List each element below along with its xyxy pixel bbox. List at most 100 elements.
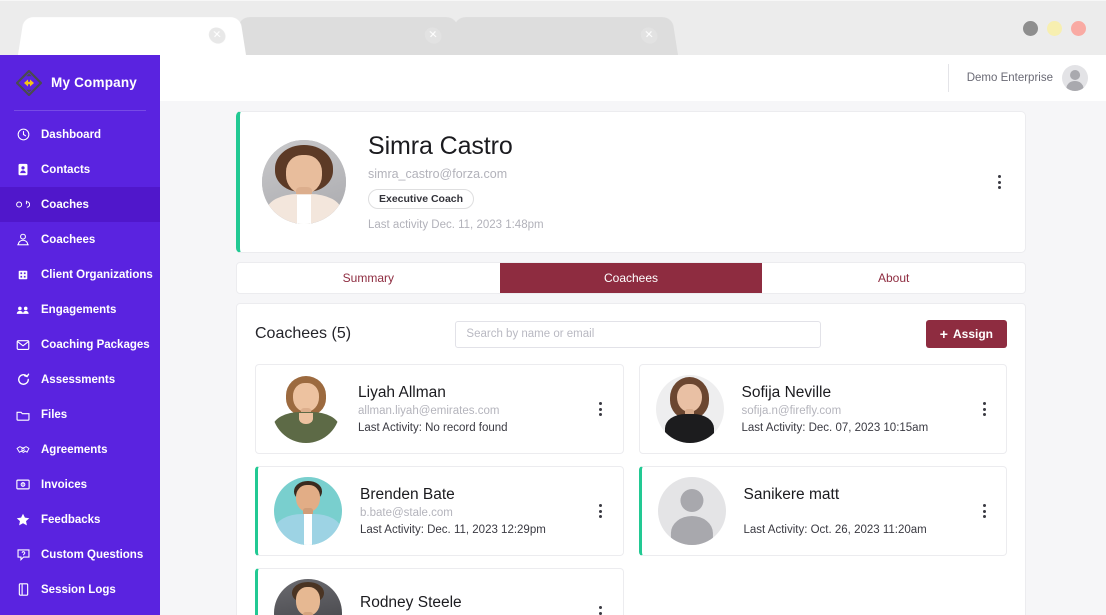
folder-icon xyxy=(16,408,30,422)
panel-header: Coachees (5) + Assign xyxy=(255,320,1007,348)
sidebar-item-engagements[interactable]: Engagements xyxy=(0,292,160,327)
tab-label: Summary xyxy=(342,271,394,285)
browser-chrome: ✕ ✕ ✕ xyxy=(0,0,1106,55)
minimize-button[interactable] xyxy=(1023,21,1038,36)
kebab-menu-icon[interactable] xyxy=(593,399,609,419)
sidebar-item-coaches[interactable]: Coaches xyxy=(0,187,160,222)
content: Simra Castro simra_castro@forza.com Exec… xyxy=(160,101,1106,615)
coachee-avatar xyxy=(274,477,342,545)
window-controls xyxy=(1023,21,1086,36)
sidebar-item-agreements[interactable]: Agreements xyxy=(0,432,160,467)
sidebar-item-dashboard[interactable]: Dashboard xyxy=(0,117,160,152)
app-container: My Company Dashboard Contacts Coaches Co… xyxy=(0,55,1106,615)
sidebar-item-label: Coachees xyxy=(41,233,96,246)
sidebar-item-label: Assessments xyxy=(41,373,116,386)
sidebar-item-invoices[interactable]: Invoices xyxy=(0,467,160,502)
coachee-details: Sofija Neville sofija.n@firefly.com Last… xyxy=(742,384,977,435)
sidebar-item-label: Dashboard xyxy=(41,128,102,141)
coachees-icon xyxy=(16,233,30,247)
sidebar-item-coaching-packages[interactable]: Coaching Packages xyxy=(0,327,160,362)
sidebar-item-label: Client Organizations xyxy=(41,268,153,281)
kebab-menu-icon[interactable] xyxy=(593,603,609,615)
kebab-menu-icon[interactable] xyxy=(593,501,609,521)
search-input[interactable] xyxy=(455,320,822,348)
question-bubble-icon xyxy=(16,548,30,562)
coachee-avatar xyxy=(655,375,724,443)
plus-icon: + xyxy=(939,326,948,342)
close-window-button[interactable] xyxy=(1071,21,1086,36)
browser-tab-2[interactable]: ✕ xyxy=(234,17,462,55)
tab-coachees[interactable]: Coachees xyxy=(499,263,763,293)
handshake-icon xyxy=(16,443,30,457)
close-icon[interactable]: ✕ xyxy=(423,27,443,44)
coachee-avatar xyxy=(274,579,342,615)
maximize-button[interactable] xyxy=(1047,21,1062,36)
main-area: Demo Enterprise Simra Castro simra_castr… xyxy=(160,55,1106,615)
coachees-count-title: Coachees (5) xyxy=(255,325,352,342)
coachee-email xyxy=(744,507,977,521)
sidebar-item-contacts[interactable]: Contacts xyxy=(0,152,160,187)
sidebar-item-label: Custom Questions xyxy=(41,548,144,561)
sidebar-item-assessments[interactable]: Assessments xyxy=(0,362,160,397)
sidebar-item-custom-questions[interactable]: Custom Questions xyxy=(0,537,160,572)
coach-avatar xyxy=(262,140,346,224)
topbar-user-name: Demo Enterprise xyxy=(966,72,1053,84)
browser-tab-1[interactable]: ✕ xyxy=(18,17,246,55)
assign-button-label: Assign xyxy=(952,327,993,341)
dashboard-icon xyxy=(16,128,30,142)
coachee-card[interactable]: Rodney Steele r.steele@greycompany.com xyxy=(255,568,624,615)
sidebar-item-label: Invoices xyxy=(41,478,88,491)
coachee-email: allman.liyah@emirates.com xyxy=(358,405,500,418)
coachee-last-activity: Last Activity: Oct. 26, 2023 11:20am xyxy=(743,524,927,537)
sidebar-divider xyxy=(14,110,146,111)
tab-about[interactable]: About xyxy=(762,263,1025,293)
sidebar-item-coachees[interactable]: Coachees xyxy=(0,222,160,257)
user-avatar-icon[interactable] xyxy=(1062,65,1088,91)
sidebar-item-label: Agreements xyxy=(41,443,108,456)
kebab-menu-icon[interactable] xyxy=(976,501,992,521)
close-icon[interactable]: ✕ xyxy=(639,27,659,44)
coach-last-activity: Last activity Dec. 11, 2023 1:48pm xyxy=(368,218,544,231)
browser-tab-3[interactable]: ✕ xyxy=(450,17,678,55)
search-wrapper xyxy=(365,320,912,348)
assign-button[interactable]: + Assign xyxy=(925,320,1007,348)
sidebar-item-files[interactable]: Files xyxy=(0,397,160,432)
coach-details: Simra Castro simra_castro@forza.com Exec… xyxy=(368,133,991,231)
session-log-icon xyxy=(16,583,30,597)
coachee-card[interactable]: Sanikere matt Last Activity: Oct. 26, 20… xyxy=(638,466,1007,556)
invoice-icon xyxy=(16,478,30,492)
sidebar-item-feedbacks[interactable]: Feedbacks xyxy=(0,502,160,537)
sidebar-item-session-logs[interactable]: Session Logs xyxy=(0,572,160,607)
tab-summary[interactable]: Summary xyxy=(237,263,500,293)
close-icon[interactable]: ✕ xyxy=(207,27,227,44)
coachee-name: Liyah Allman xyxy=(358,383,446,401)
sidebar-item-label: Files xyxy=(41,408,68,421)
coachee-card[interactable]: Brenden Bate b.bate@stale.com Last Activ… xyxy=(255,466,624,556)
kebab-menu-icon[interactable] xyxy=(991,172,1007,192)
sidebar-item-label: Coaching Packages xyxy=(41,338,150,351)
contacts-icon xyxy=(16,163,30,177)
sidebar-item-label: Engagements xyxy=(41,303,117,316)
coach-email: simra_castro@forza.com xyxy=(368,166,508,181)
kebab-menu-icon[interactable] xyxy=(976,399,992,419)
sidebar: My Company Dashboard Contacts Coaches Co… xyxy=(0,55,160,615)
coachees-panel: Coachees (5) + Assign xyxy=(236,303,1026,615)
coachee-card[interactable]: Liyah Allman allman.liyah@emirates.com L… xyxy=(255,364,624,454)
diamond-arrows-logo-icon xyxy=(15,68,43,97)
coachee-avatar xyxy=(272,375,340,443)
tab-label: About xyxy=(878,271,910,285)
brand[interactable]: My Company xyxy=(0,55,160,110)
sidebar-item-client-organizations[interactable]: Client Organizations xyxy=(0,257,160,292)
tab-label: Coachees xyxy=(603,271,659,285)
coachee-details: Liyah Allman allman.liyah@emirates.com L… xyxy=(358,384,593,435)
coachee-card[interactable]: Sofija Neville sofija.n@firefly.com Last… xyxy=(638,364,1007,454)
sidebar-item-label: Session Logs xyxy=(41,583,116,596)
engagements-icon xyxy=(16,303,30,317)
sidebar-item-settings[interactable]: Settings xyxy=(0,607,160,615)
coachee-name: Brenden Bate xyxy=(360,485,455,503)
sidebar-item-label: Contacts xyxy=(41,163,91,176)
page-title: Simra Castro xyxy=(368,132,513,161)
topbar-user-menu[interactable]: Demo Enterprise xyxy=(947,64,1088,92)
coachee-name: Sofija Neville xyxy=(741,383,832,401)
coachee-details: Brenden Bate b.bate@stale.com Last Activ… xyxy=(360,486,593,537)
